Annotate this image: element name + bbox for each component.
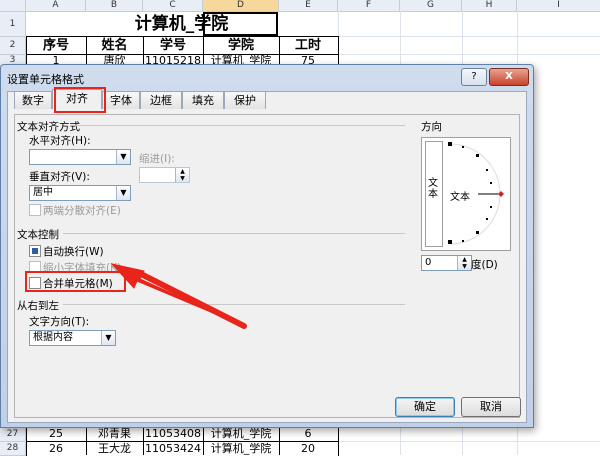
red-arrow-annotation	[110, 263, 247, 329]
